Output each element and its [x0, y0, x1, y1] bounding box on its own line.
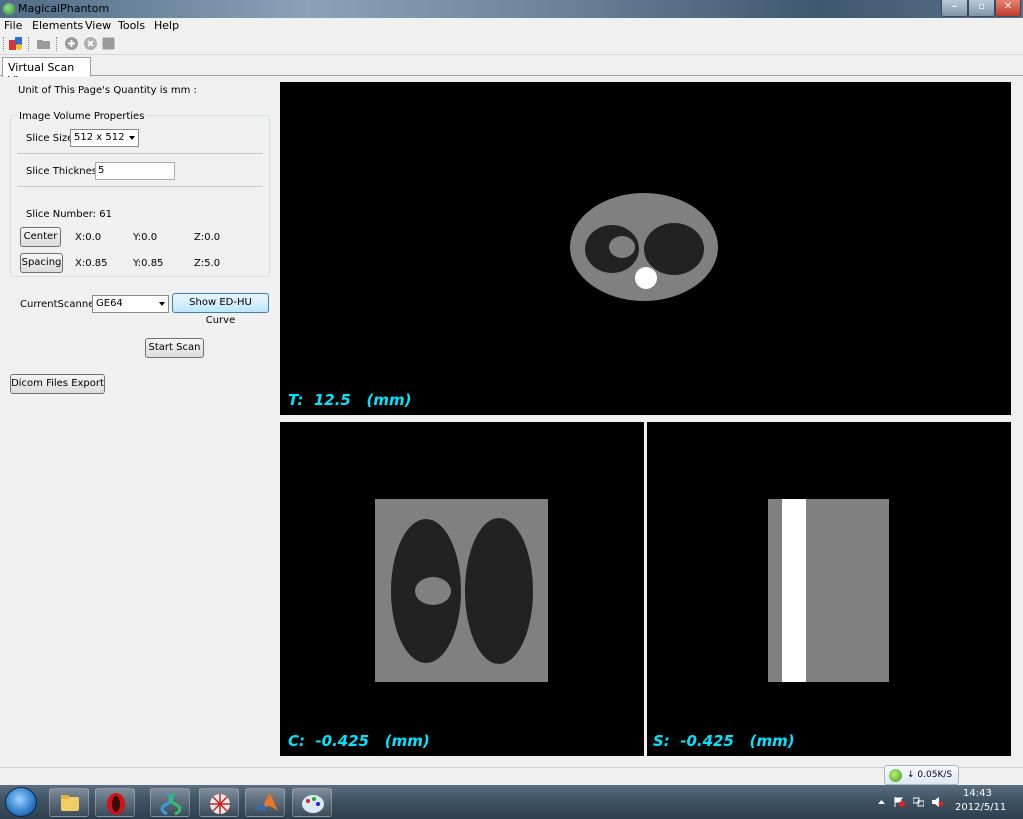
- taskbar-opera[interactable]: [95, 788, 135, 817]
- unit-label: Unit of This Page's Quantity is mm :: [18, 85, 197, 96]
- start-button[interactable]: [5, 787, 37, 817]
- toolbar-separator: [28, 37, 30, 51]
- coronal-view[interactable]: C: -0.425 (mm): [280, 422, 644, 756]
- tab-virtual-scan-view[interactable]: Virtual Scan View: [2, 57, 91, 87]
- slice-thickness-label: Slice Thickness:: [26, 166, 106, 177]
- center-button[interactable]: Center: [20, 227, 61, 247]
- menu-file[interactable]: File: [4, 19, 22, 32]
- add-icon[interactable]: [64, 36, 79, 51]
- spacing-z: Z:5.0: [194, 258, 221, 269]
- network-tray-icon[interactable]: [913, 797, 924, 807]
- slice-size-select[interactable]: 512 x 512: [70, 129, 139, 147]
- spider-web-icon: [210, 794, 230, 814]
- remove-icon[interactable]: [83, 36, 98, 51]
- center-z: Z:0.0: [194, 232, 221, 243]
- scanner-select[interactable]: GE64: [92, 295, 169, 313]
- sagittal-view[interactable]: S: -0.425 (mm): [647, 422, 1011, 756]
- spacing-y: Y:0.85: [133, 258, 164, 269]
- taskbar: [0, 785, 1023, 819]
- transverse-image: [570, 193, 718, 301]
- menu-view[interactable]: View: [85, 19, 111, 32]
- slice-thickness-field[interactable]: 5: [95, 162, 175, 180]
- menu-help[interactable]: Help: [154, 19, 179, 32]
- dicom-files-export-button[interactable]: Dicom Files Export: [10, 374, 105, 394]
- taskbar-app-web[interactable]: [199, 788, 239, 817]
- title-bar: MagicalPhantom – ▫ ✕: [0, 0, 1023, 18]
- toolbar-separator: [56, 37, 58, 51]
- taskbar-explorer[interactable]: [49, 788, 89, 817]
- clock-date[interactable]: 2012/5/11: [955, 802, 1006, 813]
- menu-bar: File Elements View Tools Help: [0, 18, 1023, 33]
- sagittal-image: [768, 499, 889, 682]
- properties-panel: Unit of This Page's Quantity is mm : Ima…: [0, 77, 279, 767]
- tab-strip: Virtual Scan View: [0, 56, 1023, 87]
- sagittal-position-label: S: -0.425 (mm): [653, 732, 795, 750]
- transverse-position-label: T: 12.5 (mm): [288, 391, 412, 409]
- show-ed-hu-curve-button[interactable]: Show ED-HU Curve: [172, 293, 269, 326]
- transverse-view[interactable]: T: 12.5 (mm): [280, 82, 1011, 415]
- app-icon: [3, 3, 15, 15]
- divider: [18, 186, 262, 187]
- start-scan-button[interactable]: Start Scan: [145, 338, 204, 358]
- coronal-image: [375, 499, 548, 682]
- close-button[interactable]: ✕: [995, 0, 1021, 17]
- helix-icon: [160, 792, 182, 816]
- slice-size-value: 512 x 512: [74, 132, 125, 143]
- minimize-button[interactable]: –: [941, 0, 968, 17]
- scanner-value: GE64: [96, 298, 123, 309]
- network-globe-icon: [889, 769, 902, 782]
- network-speed-widget[interactable]: ↓ 0.05K/S: [884, 765, 959, 785]
- menu-tools[interactable]: Tools: [118, 19, 145, 32]
- chevron-down-icon: [129, 136, 135, 140]
- scanner-label: CurrentScanner:: [20, 299, 102, 310]
- taskbar-matlab[interactable]: [245, 788, 285, 817]
- taskbar-app-helix[interactable]: [150, 788, 190, 817]
- folder-icon[interactable]: [36, 36, 51, 51]
- window-title: MagicalPhantom: [18, 2, 110, 15]
- taskbar-paint[interactable]: [292, 788, 332, 817]
- network-speed-text: ↓ 0.05K/S: [907, 770, 953, 780]
- palette-icon: [302, 795, 324, 813]
- toolbar: [0, 33, 1023, 55]
- slice-number-label: Slice Number: 61: [26, 209, 113, 220]
- spacing-x: X:0.85: [75, 258, 108, 269]
- divider: [18, 153, 262, 154]
- opera-icon: [107, 793, 125, 815]
- center-y: Y:0.0: [133, 232, 158, 243]
- spacing-button[interactable]: Spacing: [20, 253, 63, 273]
- status-bar: [0, 767, 1023, 785]
- coronal-position-label: C: -0.425 (mm): [288, 732, 430, 750]
- matlab-icon: [254, 793, 278, 811]
- phantom-icon[interactable]: [8, 36, 23, 51]
- stop-icon[interactable]: [101, 36, 116, 51]
- clock-time[interactable]: 14:43: [963, 788, 992, 799]
- menu-elements[interactable]: Elements: [32, 19, 83, 32]
- toolbar-grip: [3, 37, 5, 51]
- tray-expand-icon[interactable]: [876, 797, 887, 807]
- center-x: X:0.0: [75, 232, 102, 243]
- chevron-down-icon: [159, 302, 165, 306]
- group-title: Image Volume Properties: [17, 111, 147, 122]
- action-center-flag-icon[interactable]: [894, 797, 905, 807]
- folder-icon: [61, 795, 79, 811]
- maximize-button[interactable]: ▫: [968, 0, 995, 17]
- volume-muted-icon[interactable]: [932, 797, 943, 807]
